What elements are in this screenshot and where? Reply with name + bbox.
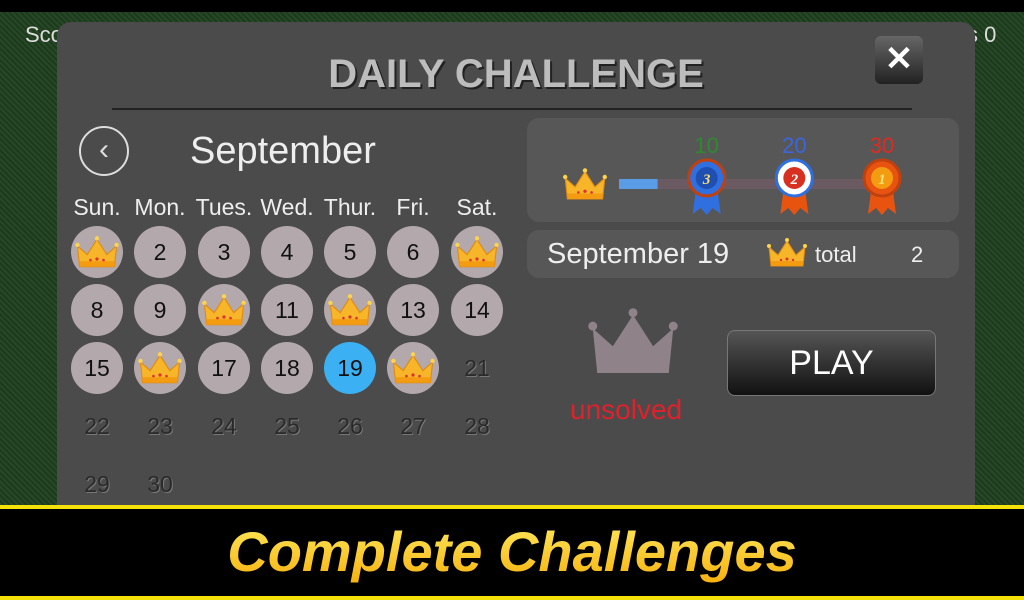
calendar-day-5[interactable]: 5 — [324, 226, 376, 278]
day-number: 23 — [147, 413, 173, 439]
calendar-day-9[interactable]: 9 — [134, 284, 186, 336]
calendar-day-16[interactable] — [134, 342, 186, 394]
calendar-day-25[interactable]: 25 — [261, 400, 313, 452]
banner-text: Complete Challenges — [0, 509, 1024, 595]
promo-banner: Complete Challenges — [0, 505, 1024, 600]
total-label: total — [815, 242, 857, 267]
crown-icon — [455, 235, 499, 268]
crown-icon — [202, 293, 246, 326]
calendar-day-19[interactable]: 19 — [324, 342, 376, 394]
medal-rank: 1 — [878, 172, 886, 188]
calendar-day-15[interactable]: 15 — [71, 342, 123, 394]
divider — [112, 108, 912, 110]
close-button[interactable]: ✕ — [875, 36, 923, 84]
day-number: 25 — [274, 413, 300, 439]
calendar-day-10[interactable] — [198, 284, 250, 336]
weekday-header: Thur. — [323, 194, 377, 220]
crown-icon — [75, 235, 119, 268]
calendar-day-26[interactable]: 26 — [324, 400, 376, 452]
milestone-label: 10 — [694, 133, 718, 158]
progress-track-bg — [619, 179, 882, 189]
date-info-panel: September 19 total 2 — [527, 230, 959, 278]
weekday-header: Wed. — [260, 194, 314, 220]
calendar-day-23[interactable]: 23 — [134, 400, 186, 452]
day-number: 3 — [217, 239, 231, 265]
day-number: 6 — [406, 239, 420, 265]
day-number: 18 — [274, 355, 300, 381]
calendar-day-1[interactable] — [71, 226, 123, 278]
day-number: 14 — [464, 297, 490, 323]
crown-icon — [138, 351, 182, 384]
day-number: 8 — [90, 297, 104, 323]
unsolved-crown-icon — [588, 308, 678, 374]
calendar-day-3[interactable]: 3 — [198, 226, 250, 278]
day-number: 27 — [400, 413, 426, 439]
day-number: 24 — [211, 413, 237, 439]
crown-icon — [767, 237, 807, 267]
day-number: 9 — [153, 297, 167, 323]
progress-panel: 10 3 20 2 30 1 — [527, 118, 959, 222]
day-number: 2 — [153, 239, 167, 265]
play-button[interactable]: PLAY — [727, 330, 936, 396]
day-number: 5 — [343, 239, 357, 265]
calendar-day-14[interactable]: 14 — [451, 284, 503, 336]
calendar-day-24[interactable]: 24 — [198, 400, 250, 452]
calendar-day-29[interactable]: 29 — [71, 458, 123, 510]
crown-icon — [328, 293, 372, 326]
milestone-label: 20 — [782, 133, 806, 158]
chevron-left-icon: ‹ — [99, 133, 109, 166]
calendar-day-13[interactable]: 13 — [387, 284, 439, 336]
day-number: 26 — [337, 413, 363, 439]
dialog-title: DAILY CHALLENGE — [328, 52, 704, 96]
medal-rank: 3 — [702, 172, 711, 188]
calendar-day-17[interactable]: 17 — [198, 342, 250, 394]
day-number: 22 — [84, 413, 110, 439]
status-label: unsolved — [570, 394, 683, 425]
calendar-day-30[interactable]: 30 — [134, 458, 186, 510]
day-number: 21 — [464, 355, 490, 381]
calendar-day-6[interactable]: 6 — [387, 226, 439, 278]
calendar-day-21[interactable]: 21 — [451, 342, 503, 394]
weekday-header: Mon. — [134, 194, 186, 220]
progress-fill — [619, 179, 658, 189]
day-number: 11 — [275, 297, 299, 323]
progress-track: 10 3 20 2 30 1 — [562, 133, 902, 215]
month-label: September — [190, 130, 376, 172]
calendar-day-28[interactable]: 28 — [451, 400, 503, 452]
day-number: 17 — [211, 355, 237, 381]
calendar-day-27[interactable]: 27 — [387, 400, 439, 452]
day-number: 30 — [147, 471, 173, 497]
day-number: 29 — [84, 471, 110, 497]
weekday-header: Sun. — [73, 194, 121, 220]
crown-icon — [562, 167, 608, 200]
calendar-day-18[interactable]: 18 — [261, 342, 313, 394]
day-number: 15 — [84, 355, 110, 381]
weekday-header: Fri. — [396, 194, 430, 220]
previous-month-button[interactable]: ‹ — [79, 126, 129, 176]
day-number: 19 — [337, 355, 363, 381]
weekday-header: Sat. — [456, 194, 498, 220]
medal-rank: 2 — [790, 172, 799, 188]
total-value: 2 — [911, 242, 924, 267]
calendar-day-22[interactable]: 22 — [71, 400, 123, 452]
daily-challenge-dialog: DAILY CHALLENGE ✕ ‹ September 10 3 20 2 30 1 … — [57, 22, 975, 522]
calendar-day-11[interactable]: 11 — [261, 284, 313, 336]
day-number: 28 — [464, 413, 490, 439]
calendar-day-8[interactable]: 8 — [71, 284, 123, 336]
calendar-day-2[interactable]: 2 — [134, 226, 186, 278]
selected-date: September 19 — [547, 238, 730, 270]
calendar-day-20[interactable] — [387, 342, 439, 394]
day-number: 4 — [280, 239, 294, 265]
calendar-day-4[interactable]: 4 — [261, 226, 313, 278]
milestone-label: 30 — [870, 133, 894, 158]
calendar-day-12[interactable] — [324, 284, 376, 336]
weekday-header: Tues. — [195, 194, 253, 220]
day-number: 13 — [400, 297, 426, 323]
calendar-day-7[interactable] — [451, 226, 503, 278]
crown-icon — [391, 351, 435, 384]
